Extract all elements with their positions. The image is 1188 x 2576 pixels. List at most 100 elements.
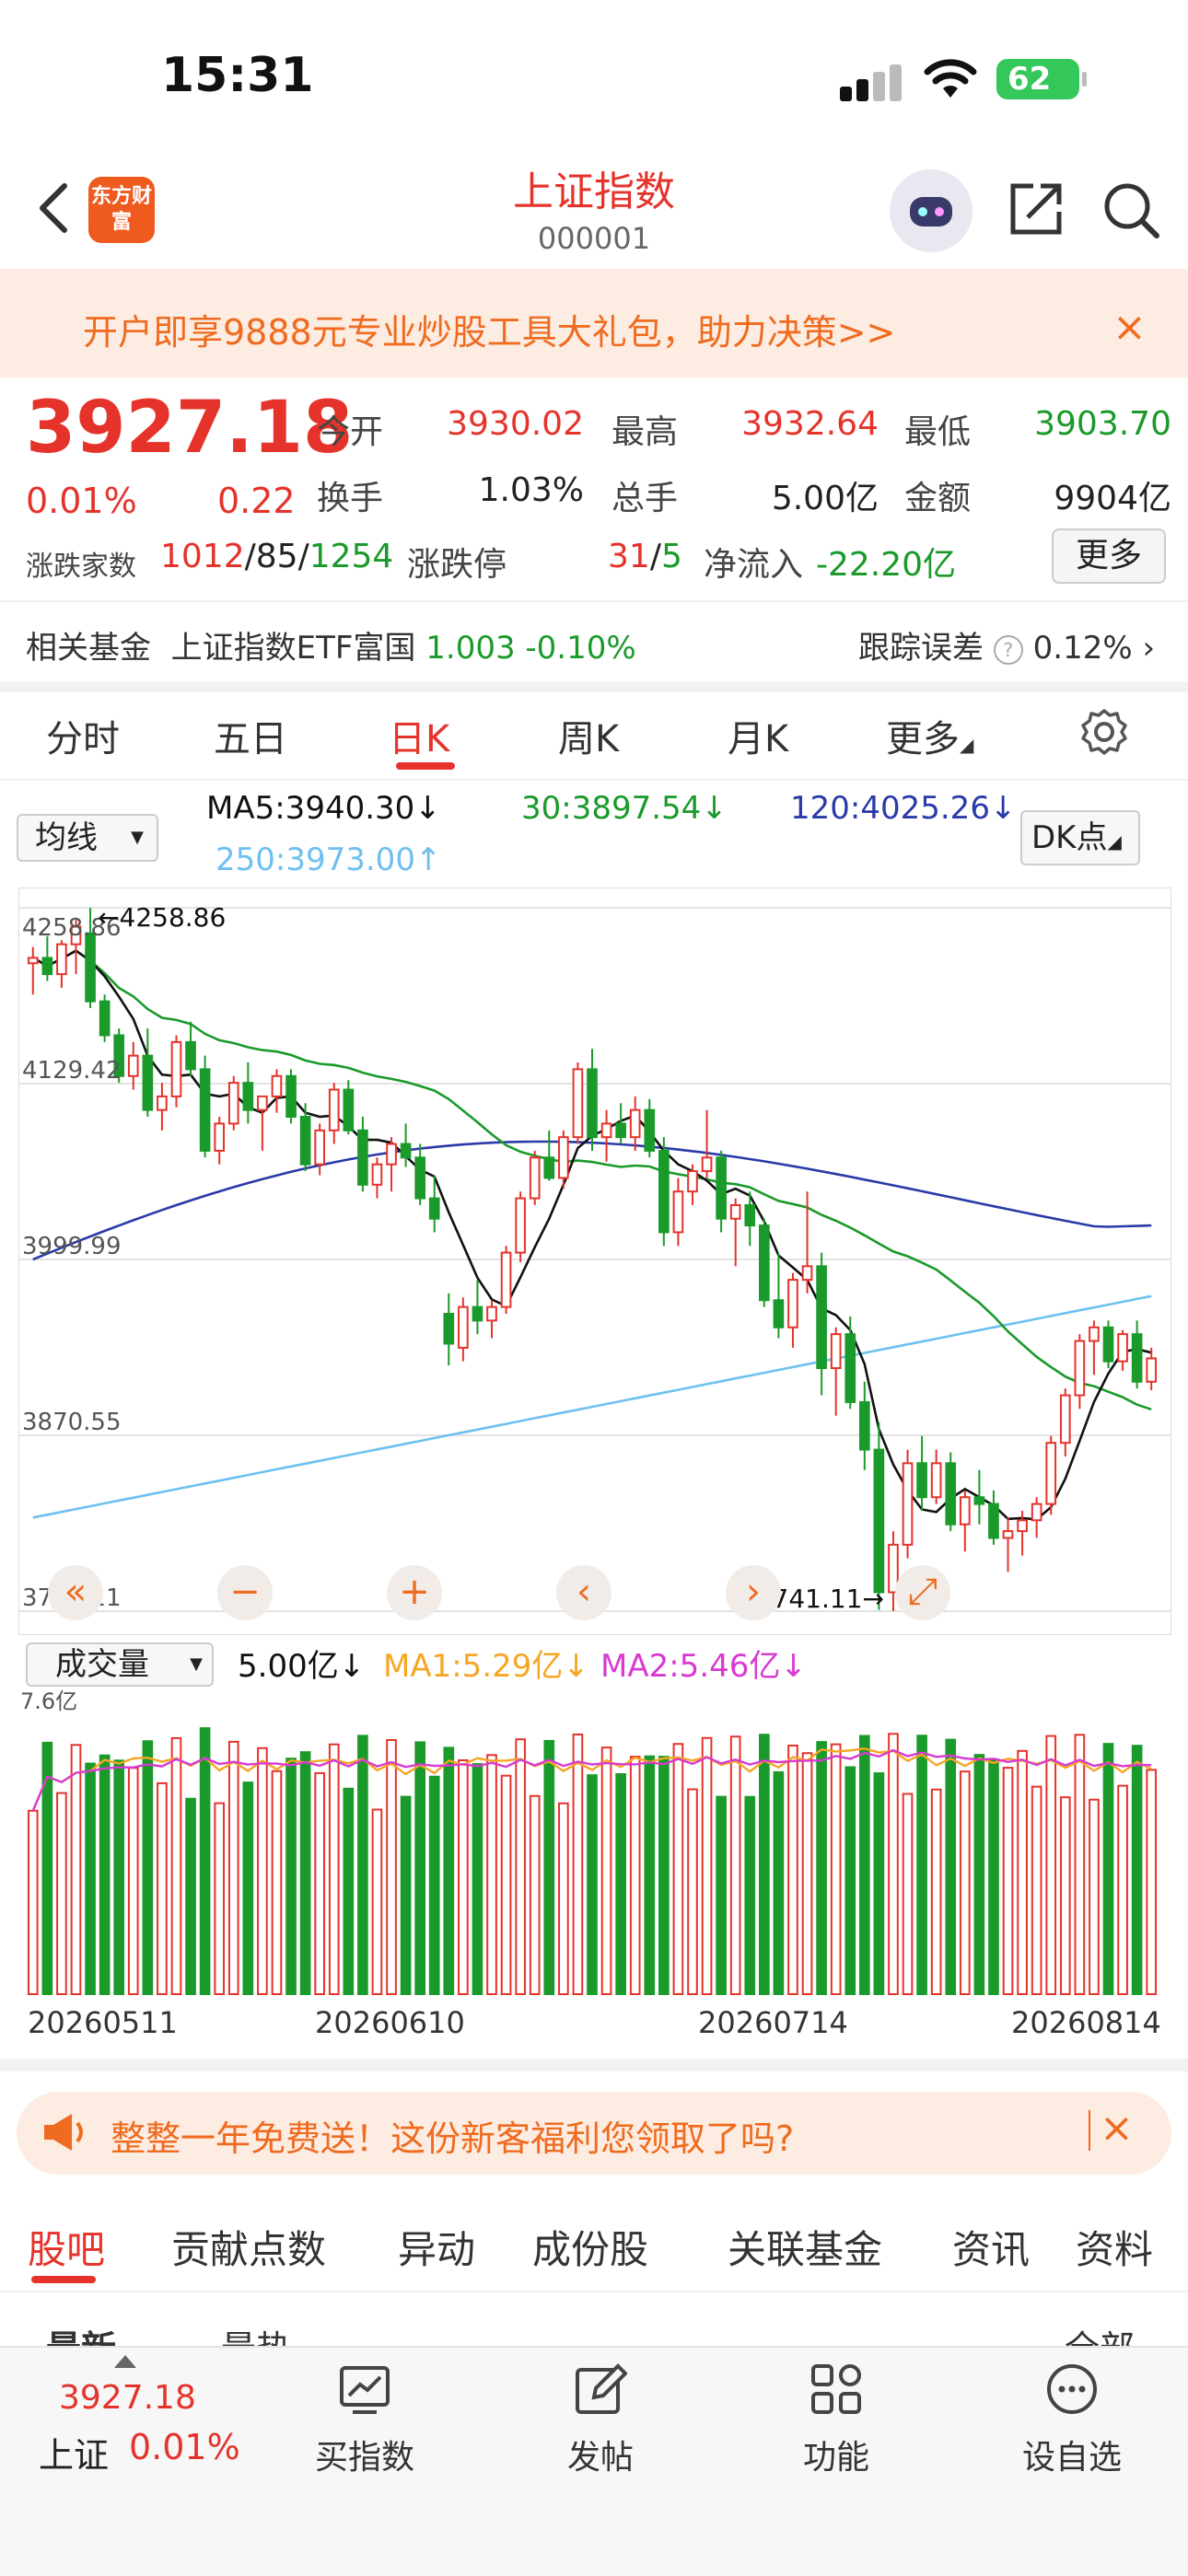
volume-chart[interactable]: 7.6亿: [18, 1690, 1171, 2003]
nav-add-favorite[interactable]: 设自选: [1007, 2362, 1136, 2478]
candle-body: [801, 1265, 813, 1282]
candle-body: [572, 1068, 584, 1139]
candle-body: [787, 1279, 798, 1329]
gear-icon[interactable]: [1079, 707, 1129, 757]
candle-body: [759, 1224, 770, 1302]
netflow-value: -22.20亿: [816, 546, 957, 584]
volume-bar: [142, 1740, 154, 1995]
banner-text[interactable]: 开户即享9888元专业炒股工具大礼包，助力决策>>: [83, 304, 895, 354]
candle-body: [945, 1462, 957, 1526]
volume-bars: [27, 1727, 1158, 1996]
volume-bar: [988, 1758, 999, 1996]
nav-price[interactable]: 3927.18: [59, 2379, 196, 2417]
candle: [759, 1218, 770, 1307]
tab-news[interactable]: 资讯: [952, 2219, 1030, 2275]
tab-more[interactable]: 更多◢: [886, 709, 973, 762]
section-gap: [0, 2059, 1188, 2071]
candle: [1102, 1320, 1114, 1369]
low-label: 最低: [904, 413, 972, 451]
volume-bar: [1117, 1784, 1128, 1995]
candle-body: [328, 1088, 340, 1131]
volume-bar: [1074, 1734, 1086, 1996]
volume-bar: [801, 1752, 813, 1995]
tab-monthly-k[interactable]: 月K: [728, 709, 788, 762]
volume-bar: [587, 1774, 598, 1996]
candle-body: [500, 1251, 512, 1308]
volume-bar: [773, 1770, 785, 1995]
status-time: 15:31: [161, 48, 314, 103]
tab-intraday[interactable]: 分时: [46, 709, 120, 762]
volume-bar: [759, 1734, 770, 1996]
volume-bar: [543, 1739, 555, 1995]
tab-profile[interactable]: 资料: [1076, 2219, 1153, 2275]
candle-body: [615, 1122, 626, 1139]
nav-name[interactable]: 上证: [39, 2427, 109, 2477]
tab-constituents[interactable]: 成份股: [532, 2219, 648, 2275]
promo-text[interactable]: 整整一年免费送！这份新客福利您领取了吗?: [111, 2110, 794, 2161]
limit-values: 31/5: [608, 538, 682, 575]
app-logo[interactable]: 东方财富: [88, 177, 155, 243]
tab-daily-k[interactable]: 日K: [389, 709, 449, 762]
tab-movement[interactable]: 异动: [398, 2219, 475, 2275]
volume-bar: [328, 1743, 340, 1995]
volume-bar: [1131, 1745, 1143, 1995]
candle: [1045, 1435, 1057, 1515]
zoom-in-button[interactable]: +: [387, 1565, 442, 1620]
breadth-label: 涨跌家数: [26, 551, 136, 583]
tab-related-funds[interactable]: 关联基金: [728, 2219, 882, 2275]
volume-bar: [257, 1746, 268, 1995]
candle-body: [458, 1305, 469, 1349]
volume-bar: [716, 1795, 727, 1995]
back-arrow-icon[interactable]: [35, 180, 72, 236]
volume-indicator-select[interactable]: 成交量 ▼: [26, 1642, 214, 1687]
tab-five-day[interactable]: 五日: [214, 709, 287, 762]
volume-bar: [888, 1733, 899, 1996]
dk-point-button[interactable]: DK点◢: [1020, 810, 1140, 865]
search-icon[interactable]: [1101, 180, 1160, 239]
expand-arrow-icon[interactable]: [114, 2355, 136, 2368]
tab-guba[interactable]: 股吧: [28, 2219, 105, 2275]
turnover-label: 换手: [317, 480, 384, 517]
volume-bar: [113, 1759, 125, 1996]
high-label: 最高: [611, 413, 679, 451]
kline-chart[interactable]: 4258.864129.423999.993870.553741.11←4258…: [18, 888, 1171, 1635]
fullscreen-button[interactable]: ⤢: [895, 1565, 950, 1620]
volume-bar: [558, 1802, 569, 1995]
share-icon[interactable]: [1007, 180, 1065, 238]
more-quote-button[interactable]: 更多: [1052, 528, 1166, 584]
volume-ma2: MA2:5.46亿↓: [600, 1648, 807, 1685]
chevron-right-icon: ›: [1142, 630, 1156, 667]
promo-close-button[interactable]: ×: [1100, 2105, 1134, 2152]
tab-weekly-k[interactable]: 周K: [558, 709, 619, 762]
volume-bar: [644, 1755, 656, 1996]
prev-button[interactable]: ‹: [556, 1565, 611, 1620]
volume-bar: [458, 1759, 469, 1995]
candle-body: [214, 1122, 226, 1152]
volume-bar: [701, 1736, 713, 1995]
dropdown-triangle-icon: ◢: [960, 734, 974, 756]
nav-buy-index[interactable]: 买指数: [300, 2362, 429, 2478]
zoom-out-button[interactable]: −: [217, 1565, 273, 1620]
status-bar: 15:31 62: [0, 0, 1188, 147]
assistant-robot-icon[interactable]: [890, 169, 973, 252]
candle-body: [744, 1203, 756, 1227]
volume-bar: [672, 1743, 684, 1995]
candle-body: [858, 1400, 870, 1451]
candle-body: [1017, 1519, 1028, 1533]
candle-body: [386, 1143, 397, 1166]
candle-body: [672, 1190, 684, 1234]
divider: [1089, 2110, 1090, 2151]
candle-body: [529, 1156, 541, 1200]
related-fund-row[interactable]: 相关基金 上证指数ETF富国 1.003 -0.10%: [26, 622, 636, 667]
nav-functions[interactable]: 功能: [772, 2362, 901, 2478]
active-tab-indicator: [31, 2276, 96, 2283]
banner-close-button[interactable]: ×: [1112, 304, 1147, 351]
nav-post[interactable]: 发帖: [536, 2362, 665, 2478]
candle-body: [716, 1156, 727, 1220]
fast-back-button[interactable]: «: [48, 1565, 103, 1620]
tab-contribution[interactable]: 贡献点数: [171, 2219, 326, 2275]
nav-pct[interactable]: 0.01%: [129, 2427, 240, 2467]
indicator-select[interactable]: 均线 ▼: [17, 814, 158, 862]
next-button[interactable]: ›: [726, 1565, 781, 1620]
tracking-error[interactable]: 跟踪误差 ? 0.12% ›: [858, 622, 1155, 667]
